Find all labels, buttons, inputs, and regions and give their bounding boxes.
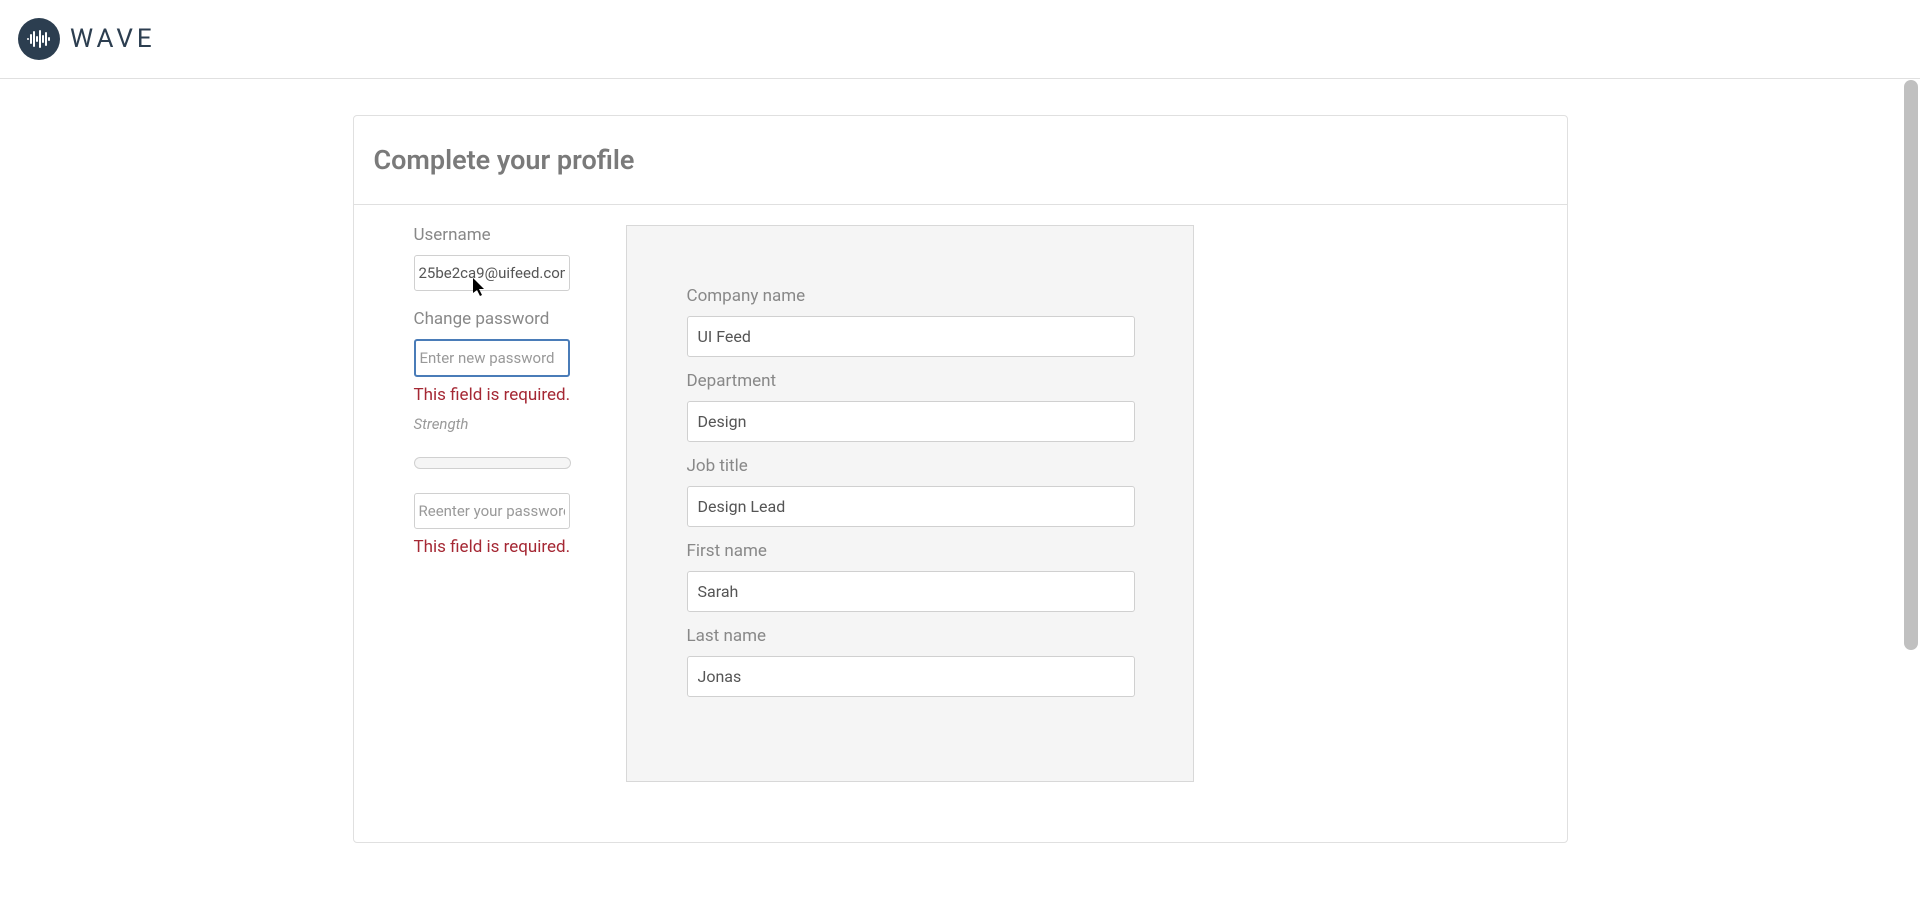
strength-label: Strength [414, 415, 571, 433]
password-group: Change password This field is required. … [414, 309, 571, 557]
scrollbar-thumb[interactable] [1904, 80, 1918, 650]
new-password-input[interactable] [414, 339, 570, 377]
username-input[interactable] [414, 255, 570, 291]
reenter-error: This field is required. [414, 537, 571, 557]
main-content: Complete your profile Username Change pa… [0, 79, 1920, 879]
lastname-label: Last name [687, 626, 1133, 646]
username-group: Username [414, 225, 571, 291]
scrollbar[interactable] [1904, 80, 1918, 898]
credentials-column: Username Change password This field is r… [414, 225, 571, 782]
change-password-label: Change password [414, 309, 571, 329]
firstname-input[interactable] [687, 571, 1135, 612]
department-group: Department [687, 371, 1133, 442]
profile-card: Complete your profile Username Change pa… [353, 115, 1568, 843]
jobtitle-group: Job title [687, 456, 1133, 527]
company-input[interactable] [687, 316, 1135, 357]
lastname-input[interactable] [687, 656, 1135, 697]
jobtitle-label: Job title [687, 456, 1133, 476]
jobtitle-input[interactable] [687, 486, 1135, 527]
password-error: This field is required. [414, 385, 571, 405]
page-title: Complete your profile [374, 144, 1547, 176]
app-header: WAVE [0, 0, 1920, 79]
brand-name: WAVE [70, 24, 156, 54]
profile-details-panel: Company name Department Job title First … [626, 225, 1194, 782]
brand-logo[interactable]: WAVE [18, 18, 156, 60]
company-label: Company name [687, 286, 1133, 306]
company-group: Company name [687, 286, 1133, 357]
card-body: Username Change password This field is r… [354, 205, 1567, 842]
username-label: Username [414, 225, 571, 245]
card-header: Complete your profile [354, 116, 1567, 205]
department-label: Department [687, 371, 1133, 391]
firstname-label: First name [687, 541, 1133, 561]
reenter-password-input[interactable] [414, 493, 570, 529]
department-input[interactable] [687, 401, 1135, 442]
password-strength-meter [414, 457, 571, 469]
lastname-group: Last name [687, 626, 1133, 697]
firstname-group: First name [687, 541, 1133, 612]
wave-logo-icon [18, 18, 60, 60]
